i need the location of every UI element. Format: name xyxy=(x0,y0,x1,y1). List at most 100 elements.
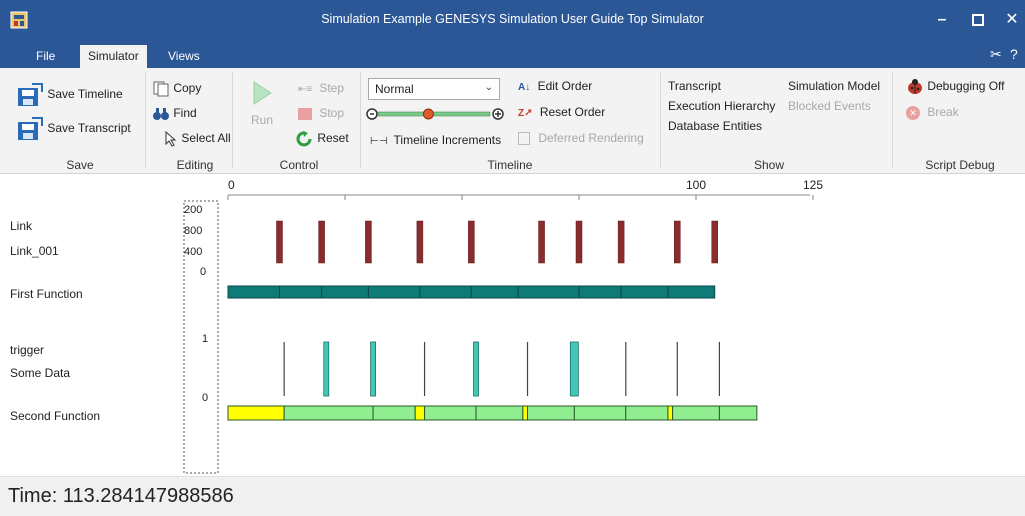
second-function-segment xyxy=(667,405,674,421)
stop-button[interactable]: Stop xyxy=(298,105,344,121)
reset-icon xyxy=(296,130,312,147)
ribbon-tabs: File Simulator Views ✂ ? xyxy=(0,40,1025,68)
break-button[interactable]: ✕ Break xyxy=(906,104,959,120)
group-separator xyxy=(360,72,361,168)
window-title: Simulation Example GENESYS Simulation Us… xyxy=(321,12,704,26)
second-function-segment xyxy=(718,405,758,421)
first-function-segment xyxy=(667,285,716,299)
deferred-rendering-button[interactable]: Deferred Rendering xyxy=(518,130,644,146)
axis-frame xyxy=(183,200,219,474)
link-event-bar xyxy=(674,220,681,264)
first-function-segment xyxy=(227,285,280,299)
maximize-icon[interactable] xyxy=(964,6,992,34)
step-button[interactable]: ⇤≡ Step xyxy=(298,80,344,98)
stop-label: Stop xyxy=(319,106,345,120)
copy-label: Copy xyxy=(173,81,202,95)
reset-label: Reset xyxy=(317,131,349,145)
tools-icon[interactable]: ✂ xyxy=(990,46,1002,63)
save-transcript-button[interactable]: Save Transcript xyxy=(16,116,131,142)
binoculars-icon xyxy=(153,107,169,120)
first-function-segment xyxy=(367,285,421,299)
tab-file[interactable]: File xyxy=(28,45,63,68)
sort-reset-icon: Z↗ xyxy=(518,108,533,119)
speed-value: Normal xyxy=(375,82,414,96)
group-separator xyxy=(145,72,146,168)
link-event-bar xyxy=(617,220,625,264)
first-function-segment xyxy=(578,285,622,299)
break-icon: ✕ xyxy=(906,105,920,120)
help-icon[interactable]: ? xyxy=(1010,46,1018,62)
tab-views[interactable]: Views xyxy=(160,45,208,68)
ribbon: Save Timeline Save Transcript Save Copy … xyxy=(0,68,1025,174)
data-event-bar xyxy=(370,341,376,397)
find-button[interactable]: Find xyxy=(152,105,197,122)
group-label-show: Show xyxy=(753,158,785,172)
speed-slider[interactable] xyxy=(366,106,506,122)
second-function-segment xyxy=(475,405,524,421)
ladybug-icon xyxy=(908,78,922,94)
link-event-bar xyxy=(711,220,718,264)
speed-dropdown[interactable]: Normal ⌄ xyxy=(368,78,500,100)
group-label-timeline: Timeline xyxy=(487,158,533,172)
group-separator xyxy=(660,72,661,168)
save-timeline-button[interactable]: Save Timeline xyxy=(16,82,123,108)
show-transcript-button[interactable]: Transcript xyxy=(668,78,721,94)
show-database-entities-button[interactable]: Database Entities xyxy=(668,118,762,134)
ruler-icon: ⊢⊣ xyxy=(370,136,388,147)
deferred-rendering-icon xyxy=(518,132,530,146)
cursor-icon xyxy=(165,130,177,147)
select-all-button[interactable]: Select All xyxy=(164,130,231,147)
link-event-bar xyxy=(318,220,325,264)
group-label-script-debug: Script Debug xyxy=(925,158,995,172)
reset-order-button[interactable]: Z↗ Reset Order xyxy=(518,104,605,122)
group-label-editing: Editing xyxy=(176,158,214,172)
play-icon xyxy=(253,81,272,105)
first-function-segment xyxy=(321,285,369,299)
second-function-segment xyxy=(283,405,374,421)
second-function-segment xyxy=(625,405,669,421)
first-function-segment xyxy=(419,285,472,299)
step-icon: ⇤≡ xyxy=(298,84,313,95)
deferred-rendering-label: Deferred Rendering xyxy=(538,131,644,145)
show-execution-hierarchy-button[interactable]: Execution Hierarchy xyxy=(668,98,775,114)
status-bar: Time: 113.284147988586 xyxy=(0,476,1025,516)
slider-thumb[interactable] xyxy=(422,108,434,120)
break-label: Break xyxy=(927,105,959,119)
select-all-label: Select All xyxy=(181,131,231,145)
data-event-bar xyxy=(473,341,479,397)
title-bar: Simulation Example GENESYS Simulation Us… xyxy=(0,0,1025,40)
group-label-control: Control xyxy=(279,158,319,172)
first-function-segment xyxy=(517,285,580,299)
show-blocked-events-button[interactable]: Blocked Events xyxy=(788,98,871,114)
reset-button[interactable]: Reset xyxy=(296,130,349,147)
debugging-off-button[interactable]: Debugging Off xyxy=(906,78,1005,95)
timeline-view[interactable]: Link Link_001 First Function trigger Som… xyxy=(0,175,1025,475)
minimize-icon[interactable]: – xyxy=(928,6,956,34)
axis-tick-label: 125 xyxy=(803,178,823,192)
copy-button[interactable]: Copy xyxy=(152,80,201,97)
edit-order-button[interactable]: A↓ Edit Order xyxy=(518,78,592,96)
link-event-bar xyxy=(468,220,475,264)
run-button[interactable]: Run xyxy=(250,80,274,128)
timeline-svg: 0 100 125 xyxy=(183,178,823,474)
find-label: Find xyxy=(173,106,197,120)
link-event-bar xyxy=(416,220,424,264)
show-simulation-model-button[interactable]: Simulation Model xyxy=(788,78,880,94)
tab-simulator[interactable]: Simulator xyxy=(80,45,147,68)
second-function-segment xyxy=(522,405,529,421)
link-event-bar xyxy=(276,220,283,264)
second-function-segment xyxy=(527,405,575,421)
group-separator xyxy=(892,72,893,168)
timeline-increments-button[interactable]: ⊢⊣ Timeline Increments xyxy=(370,132,501,150)
link-event-bar xyxy=(575,220,583,264)
reset-order-label: Reset Order xyxy=(539,105,606,119)
group-label-save: Save xyxy=(66,158,94,172)
second-function-segment xyxy=(573,405,627,421)
first-function-segment xyxy=(470,285,519,299)
close-icon[interactable]: ✕ xyxy=(998,6,1025,34)
link-event-bar xyxy=(538,220,545,264)
group-separator xyxy=(232,72,233,168)
step-label: Step xyxy=(319,81,345,95)
copy-icon xyxy=(153,81,169,97)
axis-tick-label: 100 xyxy=(686,178,706,192)
